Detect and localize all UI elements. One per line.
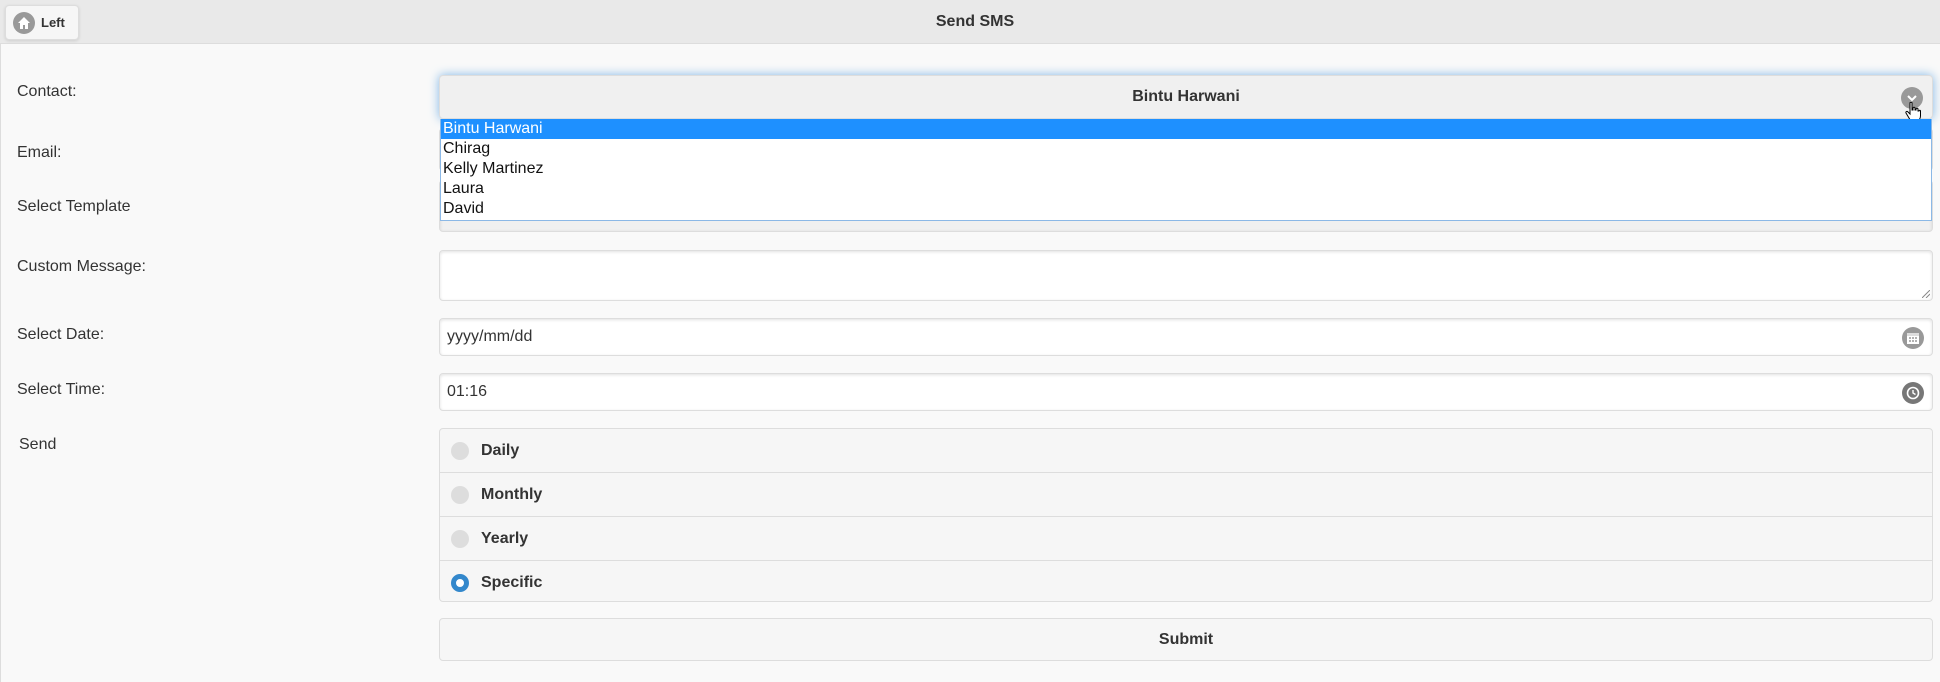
send-label: Send <box>19 436 57 453</box>
contact-selected-value: Bintu Harwani <box>1132 88 1240 105</box>
radio-label: Specific <box>481 574 543 591</box>
radio-option-specific[interactable]: Specific <box>440 561 1932 601</box>
template-label: Select Template <box>17 198 131 215</box>
radio-label: Yearly <box>481 529 529 547</box>
page-title: Send SMS <box>935 12 1015 30</box>
back-button[interactable]: Left <box>5 5 79 40</box>
radio-option-yearly[interactable]: Yearly <box>440 517 1932 561</box>
contact-option[interactable]: Laura <box>441 179 1931 199</box>
contact-option[interactable]: Kelly Martinez <box>441 159 1931 179</box>
radio-label: Daily <box>481 441 520 459</box>
submit-button[interactable]: Submit <box>439 618 1933 661</box>
contact-option[interactable]: Bintu Harwani <box>441 119 1931 139</box>
radio-button-selected[interactable] <box>451 574 469 592</box>
home-icon <box>13 11 35 34</box>
time-input-value: 01:16 <box>447 383 488 400</box>
calendar-icon[interactable] <box>1902 327 1924 349</box>
contact-dropdown-list: Bintu Harwani Chirag Kelly Martinez Laur… <box>440 119 1932 221</box>
contact-option[interactable]: David <box>441 199 1931 219</box>
contact-option[interactable]: Chirag <box>441 139 1931 159</box>
time-input[interactable]: 01:16 <box>439 373 1933 411</box>
email-label: Email: <box>17 144 62 161</box>
contact-select[interactable]: Bintu Harwani <box>439 75 1933 119</box>
radio-button[interactable] <box>451 441 469 460</box>
resize-grip-icon[interactable] <box>1922 290 1930 298</box>
date-input-value: yyyy/mm/dd <box>447 328 533 345</box>
back-button-label: Left <box>41 15 65 30</box>
time-label: Select Time: <box>17 381 106 398</box>
send-sms-page: Send SMS Left Contact: Email: Select Tem… <box>0 0 1940 682</box>
date-label: Select Date: <box>17 326 105 343</box>
page-border <box>0 43 1 682</box>
send-frequency-radio-group: Daily Monthly Yearly Specific <box>439 428 1933 602</box>
custom-message-label: Custom Message: <box>17 258 146 275</box>
radio-option-monthly[interactable]: Monthly <box>440 473 1932 517</box>
radio-button[interactable] <box>451 529 469 548</box>
date-input[interactable]: yyyy/mm/dd <box>439 318 1933 356</box>
header-bar: Send SMS Left <box>0 0 1940 44</box>
clock-icon[interactable] <box>1902 382 1924 404</box>
radio-option-daily[interactable]: Daily <box>440 429 1932 473</box>
radio-button[interactable] <box>451 485 469 504</box>
custom-message-textarea[interactable] <box>439 250 1933 301</box>
radio-label: Monthly <box>481 485 543 503</box>
contact-label: Contact: <box>17 83 77 100</box>
